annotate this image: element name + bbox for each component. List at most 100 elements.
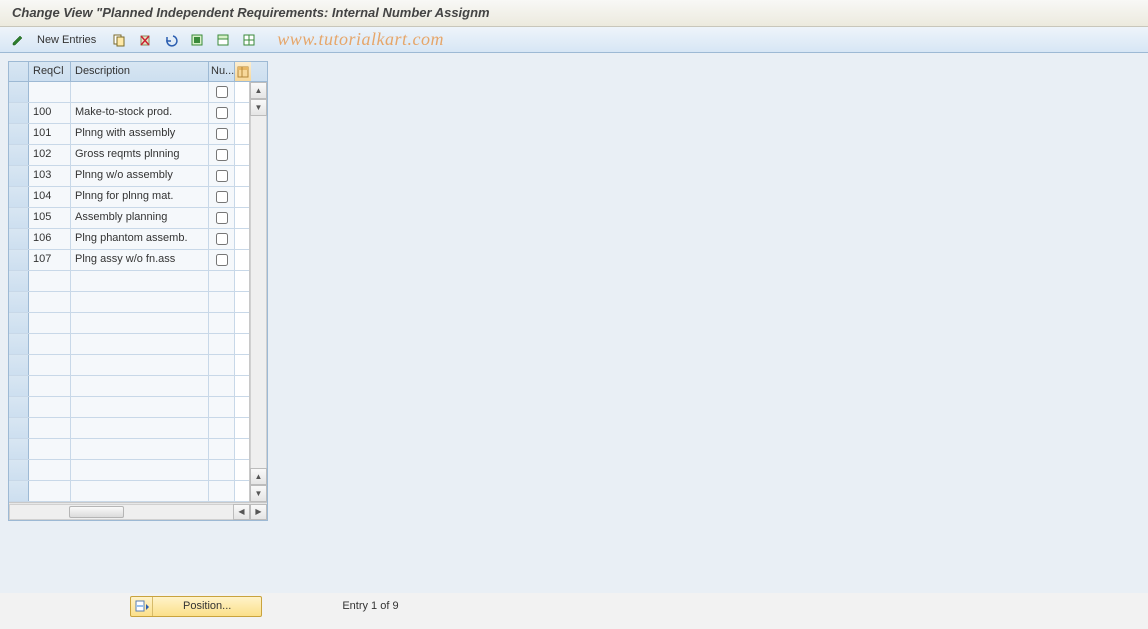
cell-reqcl[interactable]: 106 <box>29 229 71 249</box>
row-selector[interactable] <box>9 124 29 144</box>
cell-reqcl[interactable]: 104 <box>29 187 71 207</box>
scroll-up-icon[interactable]: ▲ <box>250 82 267 99</box>
scroll-down-step-icon[interactable]: ▼ <box>250 99 267 116</box>
grid-body: 100Make-to-stock prod.101Plnng with asse… <box>9 82 267 502</box>
row-selector[interactable] <box>9 271 29 291</box>
table-row: 105Assembly planning <box>9 208 249 229</box>
nu-checkbox[interactable] <box>216 86 228 98</box>
cell-reqcl[interactable] <box>29 82 71 102</box>
cell-nu <box>209 292 235 312</box>
cell-description[interactable]: Plng assy w/o fn.ass <box>71 250 209 270</box>
cell-description[interactable]: Plnng with assembly <box>71 124 209 144</box>
row-selector[interactable] <box>9 439 29 459</box>
cell-reqcl[interactable] <box>29 439 71 459</box>
cell-reqcl[interactable]: 103 <box>29 166 71 186</box>
cell-description[interactable]: Gross reqmts plnning <box>71 145 209 165</box>
cell-reqcl[interactable] <box>29 334 71 354</box>
row-selector[interactable] <box>9 208 29 228</box>
vertical-scrollbar[interactable]: ▲ ▼ ▲ ▼ <box>249 82 267 502</box>
cell-description[interactable]: Plnng for plnng mat. <box>71 187 209 207</box>
toggle-display-icon[interactable] <box>8 30 28 50</box>
cell-description[interactable]: Plng phantom assemb. <box>71 229 209 249</box>
nu-checkbox[interactable] <box>216 254 228 266</box>
scroll-right-icon[interactable]: ▶ <box>250 504 267 520</box>
row-selector[interactable] <box>9 355 29 375</box>
row-selector[interactable] <box>9 334 29 354</box>
row-selector[interactable] <box>9 145 29 165</box>
cell-description[interactable] <box>71 481 209 501</box>
nu-checkbox[interactable] <box>216 107 228 119</box>
cell-nu <box>209 124 235 144</box>
nu-checkbox[interactable] <box>216 212 228 224</box>
horizontal-scrollbar[interactable]: ◀ ▶ <box>9 502 267 520</box>
cell-reqcl[interactable] <box>29 376 71 396</box>
row-selector[interactable] <box>9 82 29 102</box>
cell-reqcl[interactable] <box>29 418 71 438</box>
cell-reqcl[interactable]: 101 <box>29 124 71 144</box>
column-header-reqcl[interactable]: ReqCl <box>29 62 71 81</box>
column-header-description[interactable]: Description <box>71 62 209 81</box>
nu-checkbox[interactable] <box>216 233 228 245</box>
select-all-column[interactable] <box>9 62 29 81</box>
select-all-icon[interactable] <box>187 30 207 50</box>
row-selector[interactable] <box>9 397 29 417</box>
cell-description[interactable] <box>71 439 209 459</box>
cell-reqcl[interactable] <box>29 397 71 417</box>
row-selector[interactable] <box>9 460 29 480</box>
cell-description[interactable] <box>71 271 209 291</box>
row-selector[interactable] <box>9 250 29 270</box>
scroll-left-icon[interactable]: ◀ <box>233 504 250 520</box>
cell-description[interactable] <box>71 313 209 333</box>
cell-reqcl[interactable] <box>29 271 71 291</box>
cell-description[interactable] <box>71 292 209 312</box>
row-selector[interactable] <box>9 313 29 333</box>
row-selector[interactable] <box>9 376 29 396</box>
nu-checkbox[interactable] <box>216 170 228 182</box>
cell-description[interactable] <box>71 397 209 417</box>
row-selector[interactable] <box>9 292 29 312</box>
copy-icon[interactable] <box>109 30 129 50</box>
row-selector[interactable] <box>9 418 29 438</box>
row-selector[interactable] <box>9 481 29 501</box>
nu-checkbox[interactable] <box>216 149 228 161</box>
undo-icon[interactable] <box>161 30 181 50</box>
cell-reqcl[interactable] <box>29 460 71 480</box>
cell-description[interactable] <box>71 460 209 480</box>
cell-description[interactable] <box>71 355 209 375</box>
cell-reqcl[interactable] <box>29 355 71 375</box>
row-selector[interactable] <box>9 103 29 123</box>
deselect-all-icon[interactable] <box>239 30 259 50</box>
scroll-up-step-icon[interactable]: ▲ <box>250 468 267 485</box>
scroll-down-icon[interactable]: ▼ <box>250 485 267 502</box>
table-settings-icon[interactable] <box>235 62 251 81</box>
cell-reqcl[interactable] <box>29 313 71 333</box>
cell-reqcl[interactable]: 100 <box>29 103 71 123</box>
cell-reqcl[interactable]: 102 <box>29 145 71 165</box>
h-scroll-thumb[interactable] <box>69 506 124 518</box>
new-entries-button[interactable]: New Entries <box>34 30 103 50</box>
cell-description[interactable] <box>71 376 209 396</box>
row-selector[interactable] <box>9 229 29 249</box>
cell-description[interactable] <box>71 334 209 354</box>
cell-description[interactable] <box>71 418 209 438</box>
cell-description[interactable] <box>71 82 209 102</box>
row-selector[interactable] <box>9 166 29 186</box>
cell-reqcl[interactable]: 105 <box>29 208 71 228</box>
cell-description[interactable]: Make-to-stock prod. <box>71 103 209 123</box>
select-block-icon[interactable] <box>213 30 233 50</box>
cell-reqcl[interactable] <box>29 292 71 312</box>
nu-checkbox[interactable] <box>216 191 228 203</box>
nu-checkbox[interactable] <box>216 128 228 140</box>
table-row: 102Gross reqmts plnning <box>9 145 249 166</box>
column-header-nu[interactable]: Nu... <box>209 62 235 81</box>
scroll-track[interactable] <box>250 116 267 468</box>
delete-icon[interactable] <box>135 30 155 50</box>
cell-reqcl[interactable]: 107 <box>29 250 71 270</box>
h-scroll-track[interactable] <box>29 504 233 520</box>
cell-description[interactable]: Plnng w/o assembly <box>71 166 209 186</box>
position-button[interactable]: Position... <box>130 596 262 617</box>
cell-description[interactable]: Assembly planning <box>71 208 209 228</box>
row-selector[interactable] <box>9 187 29 207</box>
new-entries-label: New Entries <box>37 34 96 46</box>
cell-reqcl[interactable] <box>29 481 71 501</box>
